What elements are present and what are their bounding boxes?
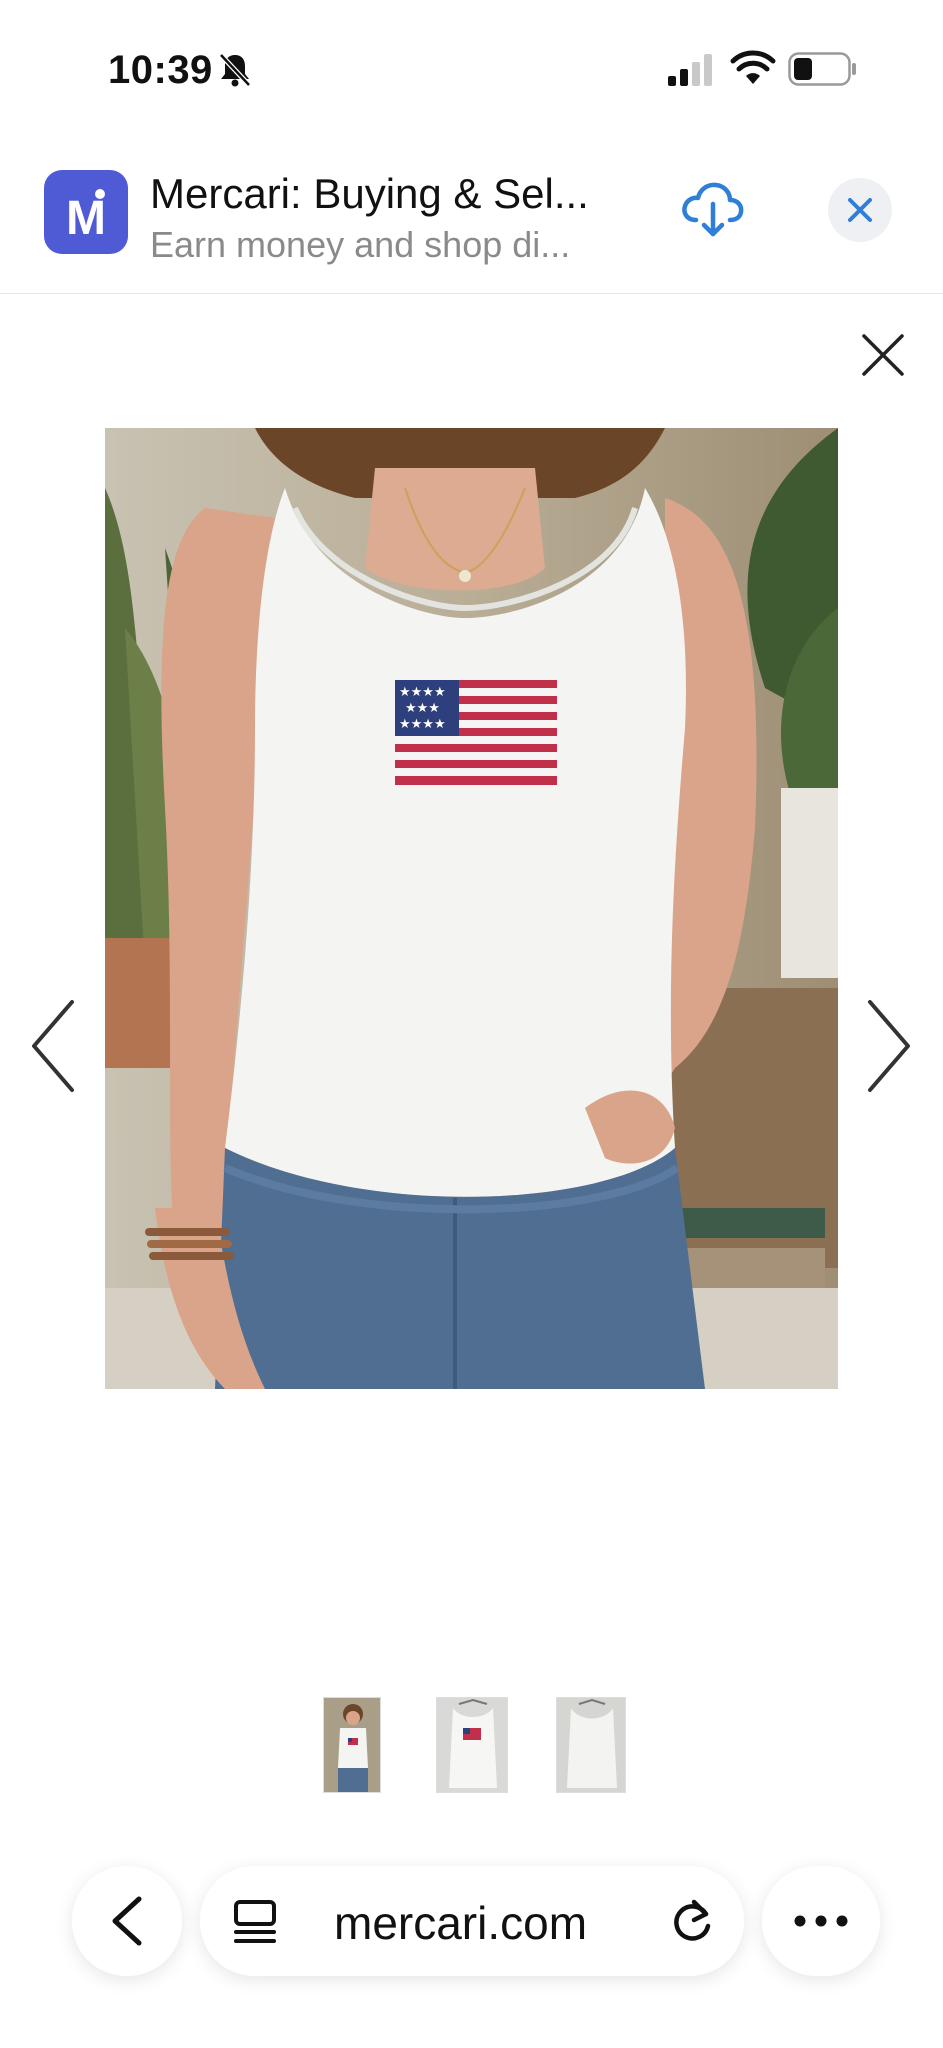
bell-slash-icon [219,53,251,87]
back-button[interactable] [72,1866,182,1976]
thumbnail-1[interactable] [323,1697,381,1793]
app-banner-title: Mercari: Buying & Sel... [150,170,589,217]
battery-icon [788,52,856,86]
product-photo[interactable]: ★★★★ ★★★ ★★★★ [105,428,838,1389]
chevron-right-icon[interactable] [864,998,914,1094]
chevron-left-icon[interactable] [28,998,78,1094]
flag-graphic: ★★★★ ★★★ ★★★★ [395,680,557,785]
banner-close-button[interactable] [828,178,892,242]
app-banner[interactable]: M Mercari: Buying & Sel... Earn money an… [0,148,943,294]
thumbnail-image [557,1698,625,1792]
download-cloud-icon[interactable] [680,178,746,238]
url-text: mercari.com [334,1897,588,1949]
status-bar: 10:39 [0,0,943,140]
mercari-logo-icon: M [66,189,106,240]
svg-text:★★★★: ★★★★ [399,717,446,732]
thumbnail-3[interactable] [556,1697,626,1793]
app-banner-subtitle: Earn money and shop di... [150,224,571,265]
status-time: 10:39 [108,48,213,92]
product-photo-image: ★★★★ ★★★ ★★★★ [105,428,838,1389]
thumbnail-image [437,1698,507,1792]
tabs-icon [234,1900,276,1943]
back-icon [112,1896,142,1946]
wifi-icon [730,50,776,84]
svg-text:★★★★: ★★★★ [399,685,446,700]
svg-text:★★★: ★★★ [405,701,440,716]
close-icon [848,198,872,222]
mercari-app-icon[interactable]: M [44,170,128,254]
reload-icon[interactable] [666,1894,718,1946]
thumbnail-strip [0,1697,943,1795]
viewer-close-button[interactable] [858,330,908,380]
thumbnail-image [324,1698,380,1792]
address-bar[interactable]: mercari.com [200,1866,744,1976]
thumbnail-2[interactable] [436,1697,508,1793]
more-button[interactable] [762,1866,880,1976]
browser-toolbar: mercari.com [0,1858,943,1988]
cellular-signal-icon [668,54,712,86]
more-icon [794,1915,848,1927]
svg-text:M: M [66,192,106,240]
